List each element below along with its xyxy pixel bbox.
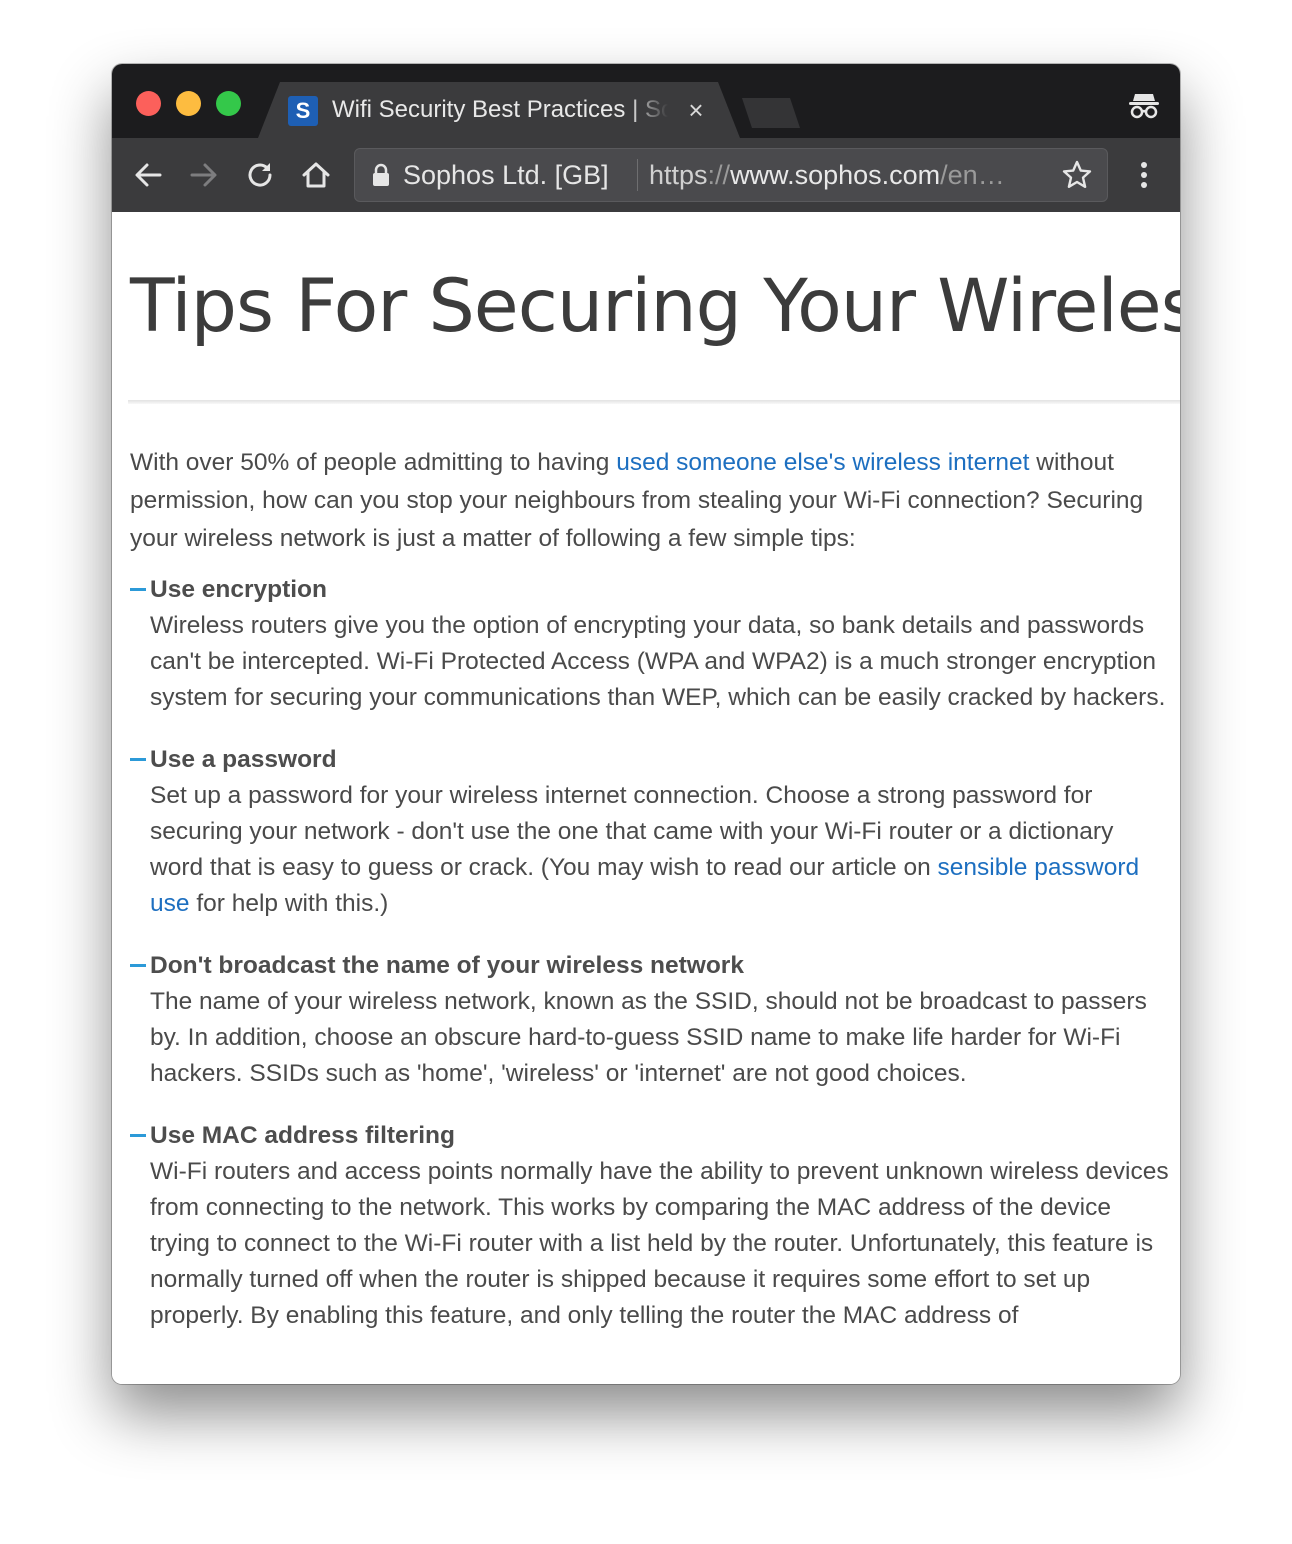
wireless-internet-link[interactable]: used someone else's wireless internet [616,449,1029,476]
minimize-window-button[interactable] [176,91,201,116]
maximize-window-button[interactable] [216,91,241,116]
tip-body: The name of your wireless network, known… [150,988,1147,1087]
site-identity-label[interactable]: Sophos Ltd. [GB] [403,159,609,191]
tip-body-after-link: for help with this.) [189,890,389,917]
url-scheme: https [649,160,708,190]
url-text[interactable]: https://www.sophos.com/en… [649,159,1041,191]
close-window-button[interactable] [136,91,161,116]
menu-icon[interactable] [1132,157,1156,193]
title-divider [128,400,1180,404]
tip-dash-icon [130,964,146,967]
page-content: Tips For Securing Your Wireless With ove… [112,212,1180,1384]
tip-item: Don't broadcast the name of your wireles… [130,950,1170,1092]
browser-toolbar: Sophos Ltd. [GB] https://www.sophos.com/… [112,138,1180,213]
tip-body: Wireless routers give you the option of … [150,612,1166,711]
address-divider [637,159,638,191]
tip-title: Use MAC address filtering [150,1122,455,1149]
tab-active[interactable]: S Wifi Security Best Practices | Sophos … [258,82,740,138]
browser-window: S Wifi Security Best Practices | Sophos … [112,64,1180,1384]
tips-list: Use encryption Wireless routers give you… [130,574,1170,1362]
incognito-icon [1126,86,1162,122]
lock-icon[interactable] [371,163,391,187]
tip-dash-icon [130,1134,146,1137]
tip-title: Use encryption [150,576,327,603]
url-host: www.sophos.com [730,160,941,190]
intro-text-before-link: With over 50% of people admitting to hav… [130,449,617,476]
tip-dash-icon [130,588,146,591]
title-bar: S Wifi Security Best Practices | Sophos … [112,64,1180,138]
intro-paragraph: With over 50% of people admitting to hav… [130,444,1170,558]
tab-title: Wifi Security Best Practices | Sophos [332,96,672,123]
tab-close-icon[interactable]: × [684,94,708,126]
reload-icon[interactable] [242,157,278,193]
tip-body: Wi-Fi routers and access points normally… [150,1158,1169,1329]
tip-item: Use MAC address filtering Wi-Fi routers … [130,1120,1170,1334]
star-icon[interactable] [1061,159,1093,191]
new-tab-button[interactable] [742,98,800,128]
home-icon[interactable] [298,157,334,193]
forward-icon[interactable] [186,157,222,193]
tab-title-fade [628,92,678,128]
back-icon[interactable] [130,157,166,193]
tip-dash-icon [130,758,146,761]
tip-title: Use a password [150,746,337,773]
tip-item: Use encryption Wireless routers give you… [130,574,1170,716]
page-title: Tips For Securing Your Wireless [130,264,1180,349]
url-path: /en… [940,160,1005,190]
tip-item: Use a password Set up a password for you… [130,744,1170,922]
tip-title: Don't broadcast the name of your wireles… [150,952,744,979]
url-slashes: :// [707,160,731,190]
address-bar[interactable]: Sophos Ltd. [GB] https://www.sophos.com/… [354,148,1108,202]
tip-body: Set up a password for your wireless inte… [150,778,1170,922]
sophos-favicon-icon: S [288,96,318,126]
